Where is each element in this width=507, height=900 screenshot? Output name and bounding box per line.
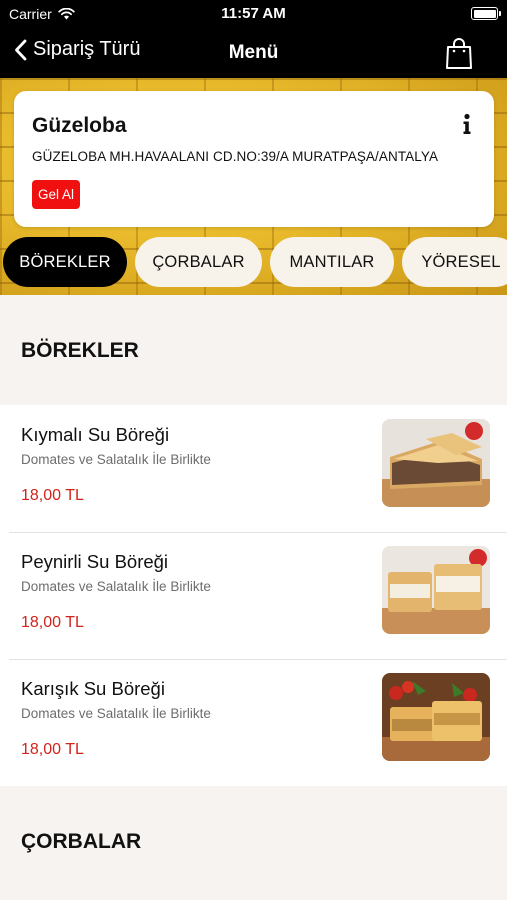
menu-list: Kıymalı Su Böreği Domates ve Salatalık İ…: [0, 405, 507, 786]
order-type-badge: Gel Al: [32, 180, 81, 209]
item-name: Karışık Su Böreği: [21, 678, 165, 699]
restaurant-card: Güzeloba GÜZELOBA MH.HAVAALANI CD.NO:39/…: [14, 91, 494, 227]
tab-yoresel[interactable]: YÖRESEL: [402, 237, 507, 287]
battery-icon: [471, 7, 501, 20]
item-description: Domates ve Salatalık İle Birlikte: [21, 579, 211, 594]
item-price: 18,00 TL: [21, 741, 84, 758]
item-name: Kıymalı Su Böreği: [21, 424, 170, 445]
tab-borekler[interactable]: BÖREKLER: [3, 237, 127, 287]
status-time: 11:57 AM: [221, 5, 286, 22]
status-bar: Carrier 11:57 AM: [0, 0, 507, 28]
section-title: ÇORBALAR: [21, 830, 142, 853]
section-header: ÇORBALAR: [0, 786, 507, 896]
shopping-bag-icon: [446, 38, 472, 69]
navigation-bar: Sipariş Türü Menü: [0, 28, 507, 78]
section-header: BÖREKLER: [0, 295, 507, 405]
info-icon[interactable]: [462, 113, 472, 135]
item-photo: [382, 673, 490, 761]
item-price: 18,00 TL: [21, 614, 84, 631]
item-description: Domates ve Salatalık İle Birlikte: [21, 706, 211, 721]
cart-button[interactable]: [445, 36, 473, 75]
tab-corbalar[interactable]: ÇORBALAR: [135, 237, 262, 287]
section-title: BÖREKLER: [21, 339, 139, 362]
menu-item[interactable]: Kıymalı Su Böreği Domates ve Salatalık İ…: [0, 405, 507, 532]
menu-item[interactable]: Karışık Su Böreği Domates ve Salatalık İ…: [0, 659, 507, 786]
restaurant-name: Güzeloba: [32, 114, 127, 137]
menu-item[interactable]: Peynirli Su Böreği Domates ve Salatalık …: [0, 532, 507, 659]
page-title: Menü: [228, 42, 279, 63]
item-photo: [382, 419, 490, 507]
tab-mantilar[interactable]: MANTILAR: [270, 237, 394, 287]
category-tabs: BÖREKLER ÇORBALAR MANTILAR YÖRESEL: [0, 237, 507, 289]
item-price: 18,00 TL: [21, 487, 84, 504]
restaurant-address: GÜZELOBA MH.HAVAALANI CD.NO:39/A MURATPA…: [32, 149, 439, 164]
item-name: Peynirli Su Böreği: [21, 551, 169, 572]
item-photo: [382, 546, 490, 634]
item-description: Domates ve Salatalık İle Birlikte: [21, 452, 211, 467]
